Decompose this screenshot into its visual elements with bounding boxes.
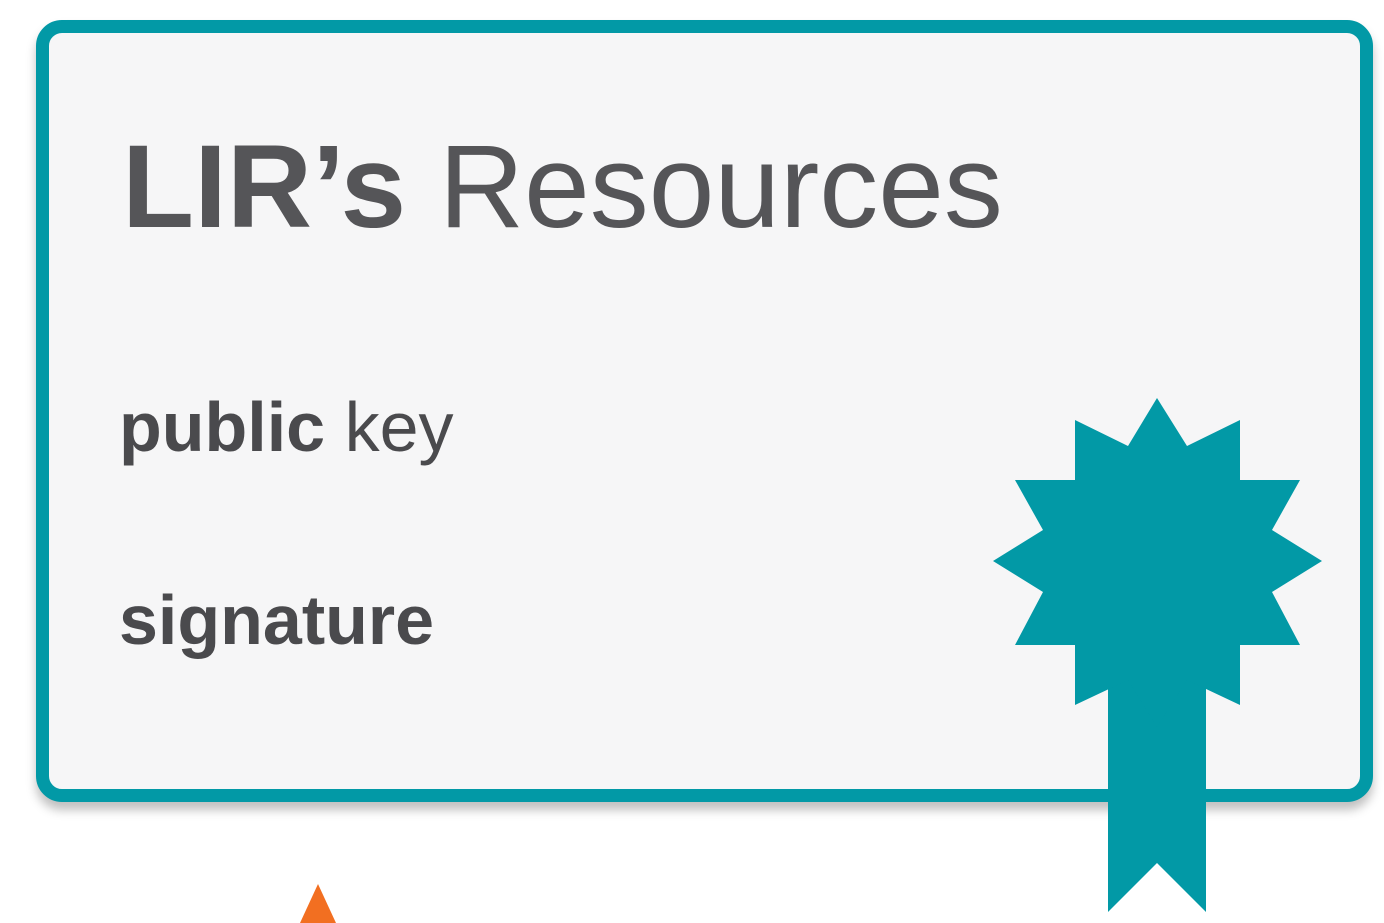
public-key-line: public key (119, 392, 454, 462)
certificate-title: LIR’s Resources (122, 128, 1003, 246)
title-resources: Resources (438, 121, 1003, 253)
signature-line: signature (119, 585, 434, 655)
title-holder: LIR’s (122, 121, 407, 253)
signature-label: signature (119, 581, 435, 659)
public-label: public (119, 388, 326, 466)
key-label: key (344, 388, 454, 466)
